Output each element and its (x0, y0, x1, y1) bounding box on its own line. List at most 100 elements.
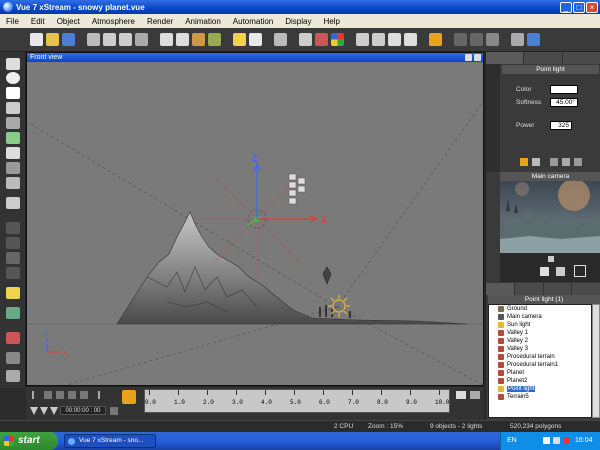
tab-animation[interactable] (563, 52, 600, 64)
menu-help[interactable]: Help (323, 17, 339, 26)
mountain-terrain[interactable] (116, 211, 468, 325)
tab-numerics[interactable] (524, 52, 563, 64)
camera-settings-icon[interactable] (527, 33, 540, 46)
tree-item[interactable]: Sun light (489, 321, 591, 329)
menu-animation[interactable]: Animation (185, 17, 221, 26)
timeline-expand-icon[interactable] (456, 391, 466, 399)
security-icon[interactable] (563, 437, 570, 444)
keyframe-down-icon-2[interactable] (40, 407, 48, 415)
menu-display[interactable]: Display (285, 17, 311, 26)
hypertexture-icon[interactable] (6, 267, 20, 279)
keyframe-down-icon-3[interactable] (50, 407, 58, 415)
tree-item[interactable]: Main camera (489, 313, 591, 321)
zoom-all-icon[interactable] (372, 33, 385, 46)
save-icon[interactable] (62, 33, 75, 46)
go-to-end-icon[interactable] (92, 391, 100, 399)
timeline-ruler[interactable]: 0.0 1.0 2.0 3.0 4.0 5.0 6.0 7.0 8.0 9.0 10.0 (144, 389, 450, 413)
display-options-icon[interactable] (470, 33, 483, 46)
tree-item[interactable]: Planet (489, 369, 591, 377)
app-icon[interactable] (3, 2, 13, 12)
metablob-icon[interactable] (6, 252, 20, 264)
scene-canvas[interactable]: Z X Z X (27, 62, 483, 385)
step-forward-icon[interactable] (80, 391, 88, 399)
group-icon[interactable] (6, 222, 20, 234)
boolean-icon[interactable] (6, 197, 20, 209)
render-icon[interactable] (299, 33, 312, 46)
menu-atmosphere[interactable]: Atmosphere (92, 17, 135, 26)
view-mode-icon[interactable] (429, 33, 442, 46)
camera-zoom-icon[interactable] (556, 267, 565, 276)
menu-object[interactable]: Object (57, 17, 80, 26)
tab-links[interactable] (544, 283, 573, 295)
keyframe-down-icon[interactable] (30, 407, 38, 415)
minimize-button[interactable]: _ (560, 1, 572, 13)
copy-icon[interactable] (103, 33, 116, 46)
light-icon[interactable] (6, 287, 20, 299)
animation-icon[interactable] (6, 307, 20, 319)
tab-objects[interactable] (486, 283, 515, 295)
taskbar-item-vue[interactable]: Vue 7 xStream - sno... (64, 434, 156, 448)
film-icon[interactable] (6, 352, 20, 364)
camera-up-icon[interactable] (548, 256, 554, 262)
go-to-start-icon[interactable] (32, 391, 40, 399)
tree-item[interactable]: Valley 3 (489, 345, 591, 353)
network-icon[interactable] (543, 437, 550, 444)
viewport-maximize-icon[interactable] (474, 54, 481, 61)
maximize-button[interactable]: □ (573, 1, 585, 13)
point-light-gizmo[interactable]: Z X (246, 153, 327, 229)
color-swatch[interactable] (550, 85, 578, 94)
tree-item[interactable]: Ground (489, 305, 591, 313)
tab-materials[interactable] (515, 283, 544, 295)
redo-icon[interactable] (176, 33, 189, 46)
timeline-mode-icon[interactable] (110, 407, 118, 415)
camera-pan-icon[interactable] (540, 267, 549, 276)
current-time-field[interactable]: 00:00:00 : 00 (60, 406, 106, 415)
animation-key-icon[interactable] (122, 390, 136, 404)
tree-item[interactable]: Procedural terrain (489, 353, 591, 361)
cut-icon[interactable] (87, 33, 100, 46)
tree-item[interactable]: Valley 2 (489, 337, 591, 345)
softness-field[interactable]: 45.00° (550, 98, 578, 107)
duplicate-icon[interactable] (135, 33, 148, 46)
light-color-icon[interactable] (520, 158, 528, 166)
text-icon[interactable] (6, 87, 20, 99)
volume-icon[interactable] (553, 437, 560, 444)
tree-cluster[interactable] (319, 305, 351, 318)
object-tree-scrollbar[interactable] (592, 304, 600, 418)
step-back-icon[interactable] (44, 391, 52, 399)
display-wireframe-icon[interactable] (454, 33, 467, 46)
gizmo-mini-toolbar[interactable] (288, 173, 306, 205)
render-area-icon[interactable] (315, 33, 328, 46)
camera-object[interactable] (322, 266, 332, 285)
menu-file[interactable]: File (6, 17, 19, 26)
undo-icon[interactable] (160, 33, 173, 46)
tree-item[interactable]: Terrain5 (489, 393, 591, 401)
open-file-icon[interactable] (46, 33, 59, 46)
stop-icon[interactable] (6, 332, 20, 344)
link-icon[interactable] (192, 33, 205, 46)
close-button[interactable]: × (586, 1, 598, 13)
palette-icon[interactable] (331, 33, 344, 46)
object-icon[interactable] (6, 162, 20, 174)
menu-automation[interactable]: Automation (233, 17, 273, 26)
zoom-out-icon[interactable] (388, 33, 401, 46)
cube-icon[interactable] (274, 33, 287, 46)
plant-icon[interactable] (6, 132, 20, 144)
stop-play-icon[interactable] (56, 391, 64, 399)
power-field[interactable]: 325 (550, 121, 572, 130)
tree-item[interactable]: Point light (489, 385, 591, 393)
tree-item[interactable]: Planet2 (489, 377, 591, 385)
zoom-fit-icon[interactable] (356, 33, 369, 46)
light-gel-icon[interactable] (532, 158, 540, 166)
cloud-icon[interactable] (249, 33, 262, 46)
ungroup-icon[interactable] (6, 237, 20, 249)
layout-icon[interactable] (511, 33, 524, 46)
paste-icon[interactable] (119, 33, 132, 46)
select-arrow-icon[interactable] (6, 58, 20, 70)
tab-aspect[interactable] (486, 52, 525, 64)
new-file-icon[interactable] (30, 33, 43, 46)
light-shadow-icon[interactable] (562, 158, 570, 166)
sun-cloud-icon[interactable] (233, 33, 246, 46)
sphere-icon[interactable] (6, 72, 20, 84)
tab-library[interactable] (572, 283, 600, 295)
